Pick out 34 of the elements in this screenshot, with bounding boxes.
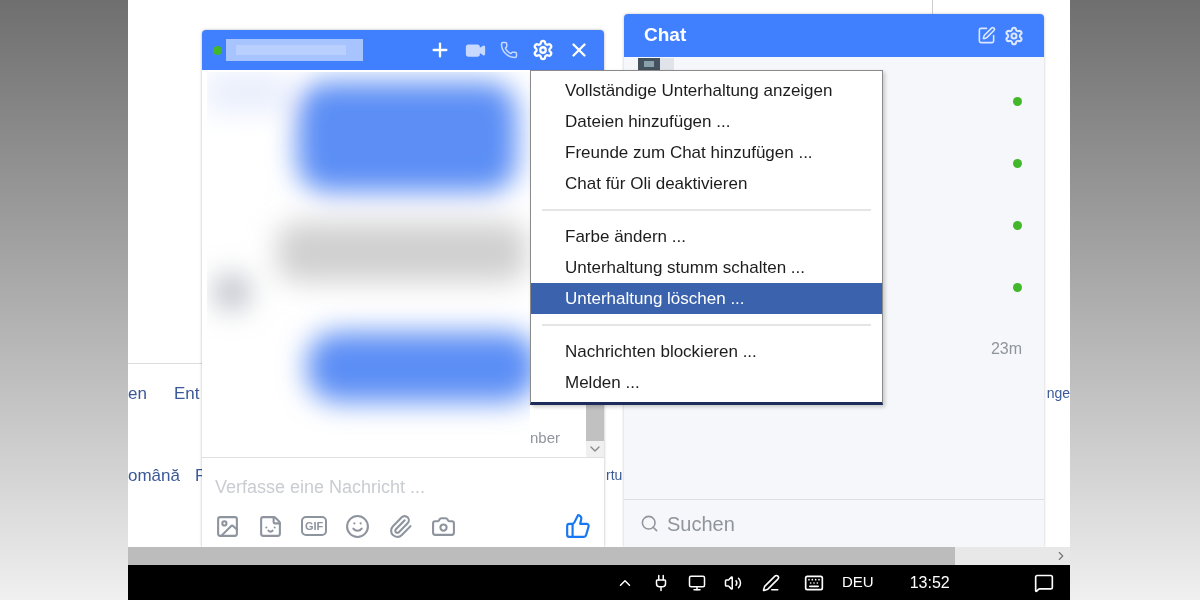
message-date: nber: [530, 428, 561, 448]
menu-item[interactable]: Chat für Oli deaktivieren: [531, 168, 882, 199]
menu-item[interactable]: Melden ...: [531, 367, 882, 398]
menu-item[interactable]: Unterhaltung stumm schalten ...: [531, 252, 882, 283]
image-icon[interactable]: [215, 513, 240, 539]
menu-item[interactable]: Dateien hinzufügen ...: [531, 106, 882, 137]
footer-link[interactable]: en: [128, 381, 147, 407]
horizontal-scrollbar[interactable]: [128, 547, 1070, 565]
like-icon[interactable]: [565, 513, 591, 539]
language-indicator[interactable]: DEU: [842, 571, 874, 594]
chat-title: Chat: [644, 23, 687, 48]
pen-icon[interactable]: [762, 573, 780, 592]
menu-item[interactable]: Freunde zum Chat hinzufügen ...: [531, 137, 882, 168]
clock[interactable]: 13:52: [909, 570, 950, 595]
smiley-icon[interactable]: [345, 513, 371, 539]
footer-link[interactable]: Ent: [173, 381, 200, 407]
speaker-icon[interactable]: [724, 573, 742, 592]
footer-link[interactable]: nge: [1046, 383, 1070, 407]
paperclip-icon[interactable]: [388, 513, 414, 539]
last-active-time: 23m: [990, 339, 1022, 359]
menu-item[interactable]: Unterhaltung löschen ...: [531, 283, 882, 314]
notification-icon[interactable]: [1034, 572, 1054, 593]
search-field[interactable]: Suchen: [667, 508, 1028, 539]
menu-item[interactable]: Farbe ändern ...: [531, 221, 882, 252]
monitor-icon[interactable]: [688, 573, 706, 592]
sticker-icon[interactable]: [258, 513, 283, 539]
search-icon: [640, 514, 659, 533]
menu-item[interactable]: Nachrichten blockieren ...: [531, 336, 882, 367]
settings-icon[interactable]: [1004, 25, 1024, 46]
menu-item[interactable]: Vollständige Unterhaltung anzeigen: [531, 75, 882, 106]
footer-link[interactable]: omână: [128, 463, 180, 489]
footer-link[interactable]: rtu: [606, 465, 623, 486]
compose-icon[interactable]: [977, 25, 996, 45]
phone-icon[interactable]: [500, 41, 518, 59]
